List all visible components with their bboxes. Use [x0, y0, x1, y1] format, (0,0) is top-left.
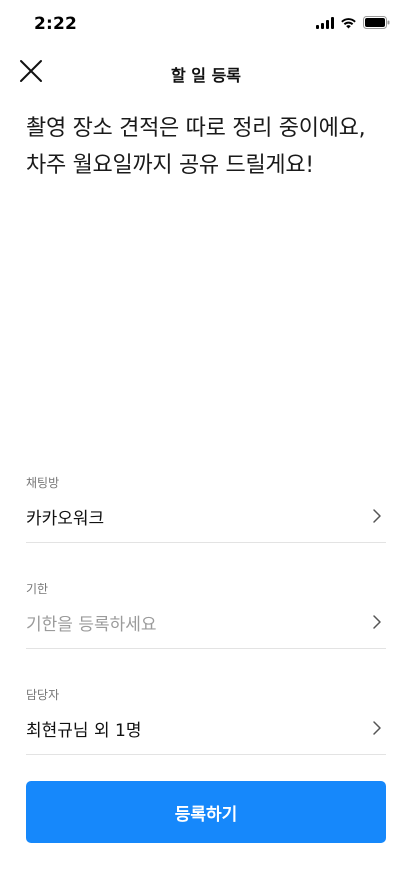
submit-button[interactable]: 등록하기: [26, 781, 386, 843]
wifi-icon: [340, 17, 357, 29]
status-time: 2:22: [34, 14, 78, 34]
page-title: 할 일 등록: [170, 66, 242, 85]
status-bar: 2:22: [0, 0, 412, 48]
assignee-field[interactable]: 담당자 최현규님 외 1명: [26, 686, 386, 755]
status-icons: [316, 16, 390, 29]
nav-bar: 할 일 등록: [0, 48, 412, 96]
battery-icon: [363, 16, 390, 29]
task-content: 촬영 장소 견적은 따로 정리 중이에요, 차주 월요일까지 공유 드릴게요!: [26, 116, 366, 178]
chevron-right-icon: [372, 614, 382, 634]
assignee-value: 최현규님 외 1명: [26, 721, 142, 741]
assignee-label: 담당자: [26, 688, 60, 702]
deadline-field[interactable]: 기한 기한을 등록하세요: [26, 580, 386, 649]
deadline-placeholder: 기한을 등록하세요: [26, 615, 157, 635]
chat-room-value: 카카오워크: [26, 509, 105, 529]
chat-room-label: 채팅방: [26, 476, 60, 490]
signal-icon: [316, 16, 334, 29]
chevron-right-icon: [372, 508, 382, 528]
chat-room-field[interactable]: 채팅방 카카오워크: [26, 474, 386, 543]
deadline-label: 기한: [26, 582, 49, 596]
chevron-right-icon: [372, 720, 382, 740]
